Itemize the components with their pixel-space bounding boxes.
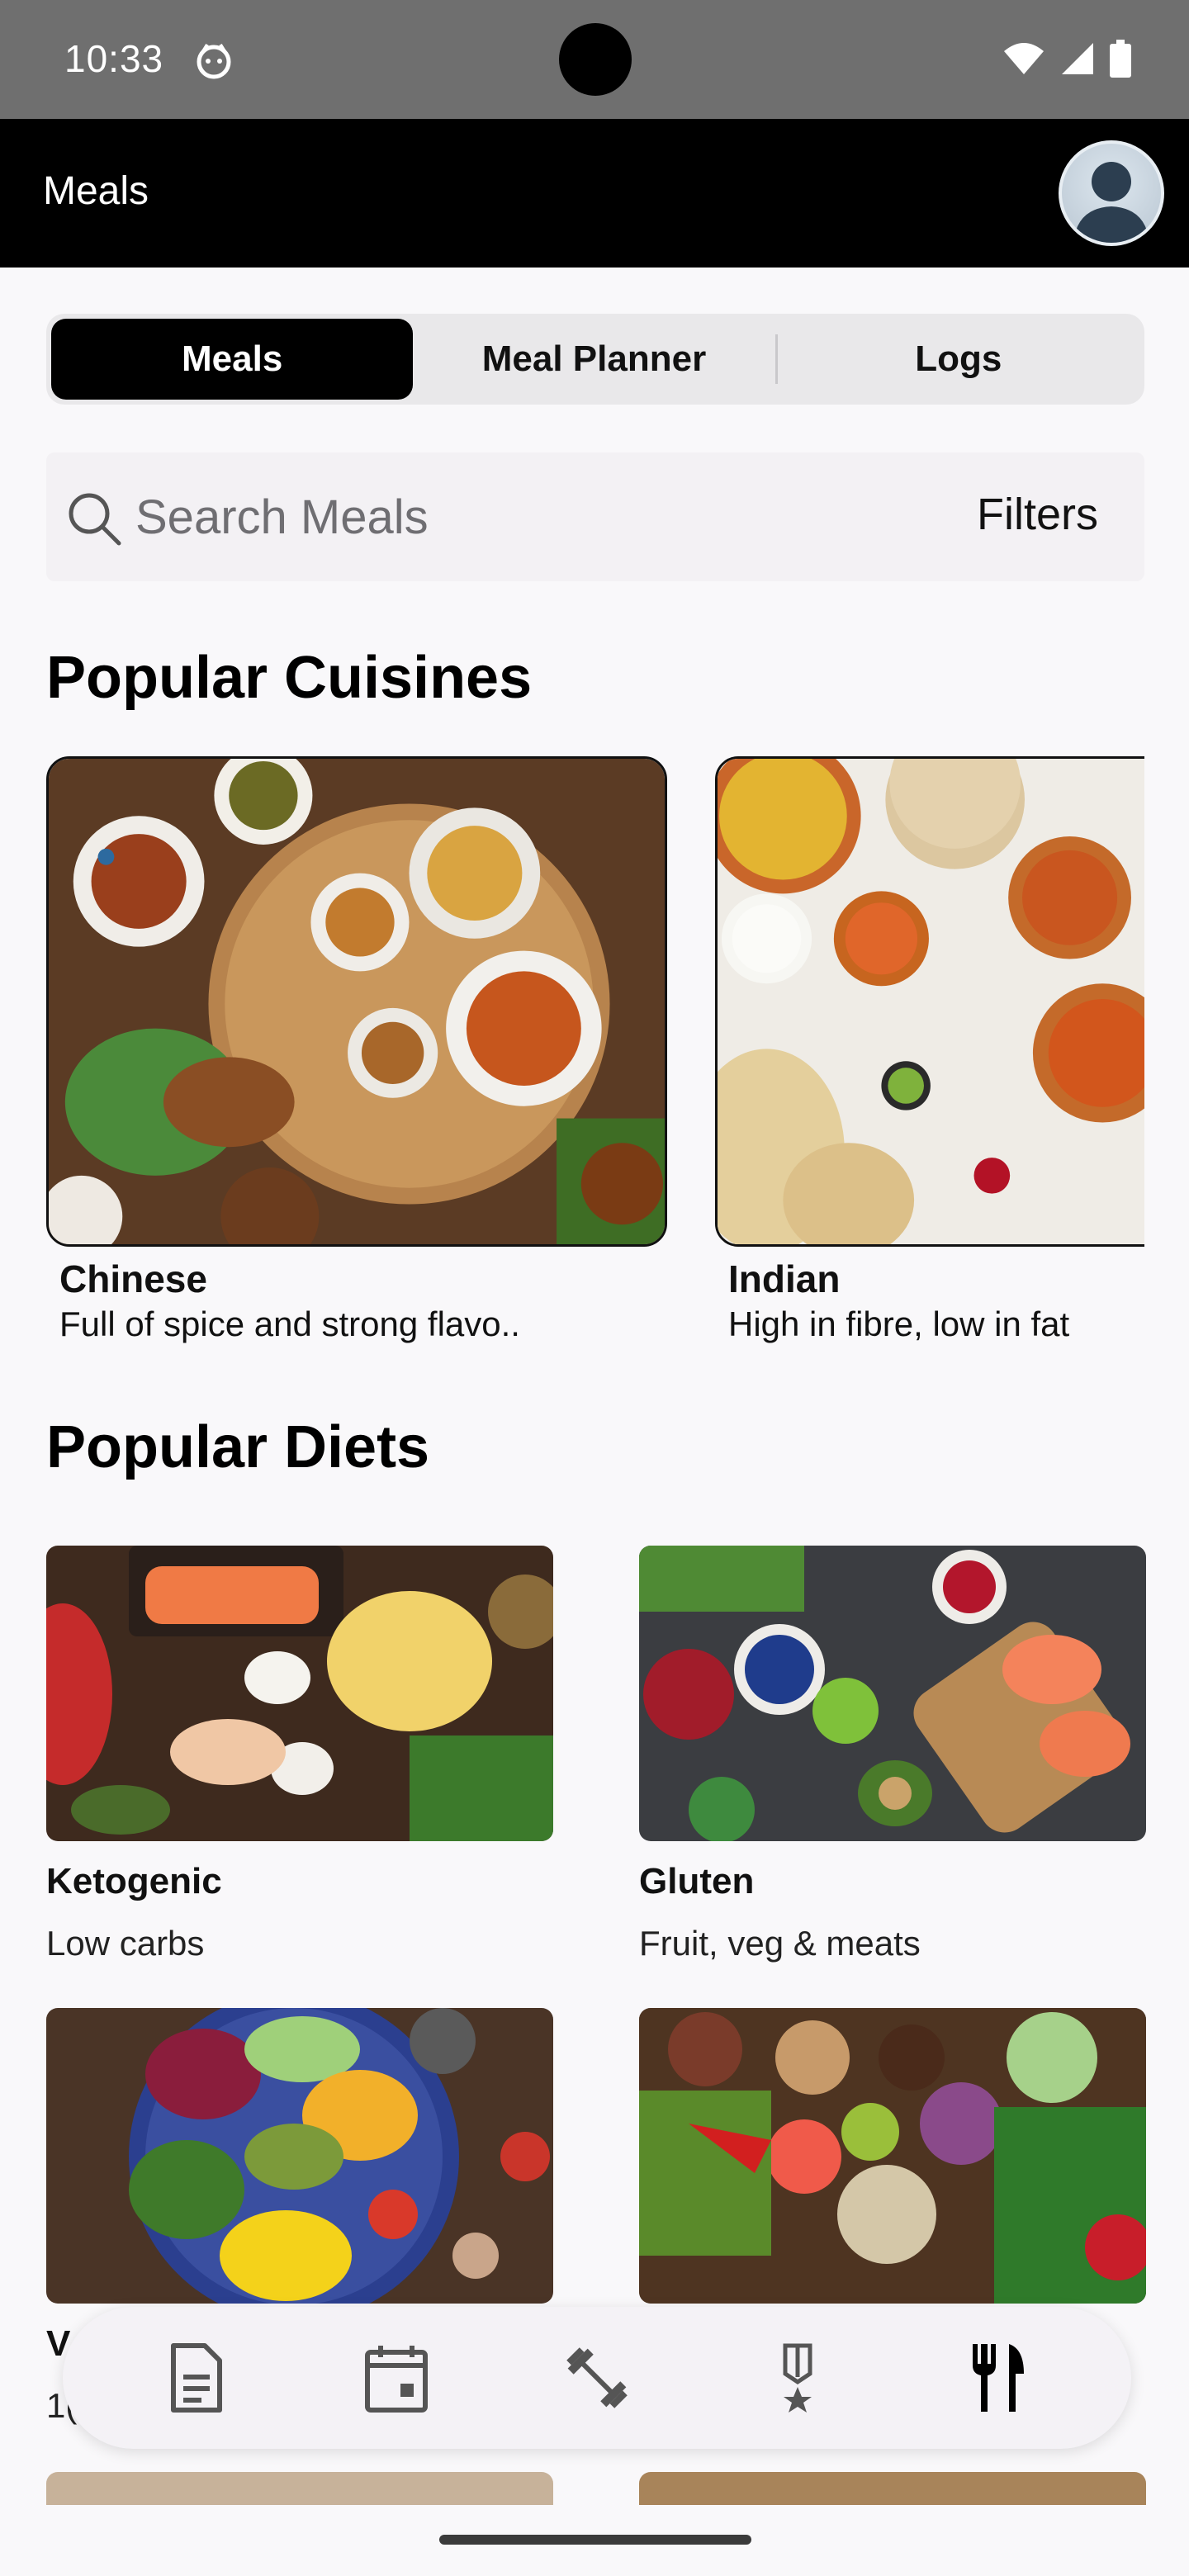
document-icon <box>171 2343 223 2413</box>
diet-image <box>639 1546 1146 1841</box>
diet-card-peek <box>46 2472 553 2505</box>
nav-achievements-button[interactable] <box>748 2328 847 2427</box>
nav-document-button[interactable] <box>146 2328 245 2427</box>
status-time: 10:33 <box>64 37 164 80</box>
tab-meals[interactable]: Meals <box>51 319 414 400</box>
home-indicator[interactable] <box>439 2535 751 2545</box>
popular-diets-title: Popular Diets <box>46 1414 430 1480</box>
app-title: Meals <box>43 169 149 213</box>
segmented-tabs: Meals Meal Planner Logs <box>46 314 1144 405</box>
status-bar: 10:33 <box>0 0 1189 119</box>
calendar-icon <box>365 2346 429 2413</box>
diet-card-gluten[interactable]: Gluten Fruit, veg & meats <box>639 1546 1146 1963</box>
cuisine-carousel[interactable]: Chinese Full of spice and strong flavo..… <box>46 756 1144 1359</box>
search-bar: Filters <box>46 452 1144 581</box>
search-icon <box>69 493 121 546</box>
cuisine-name: Indian <box>728 1257 841 1300</box>
diet-image <box>46 1546 553 1841</box>
cuisine-card-indian[interactable]: Indian High in fibre, low in fat <box>715 756 1144 1344</box>
filters-button[interactable]: Filters <box>977 489 1098 540</box>
diet-description: Low carbs <box>46 1924 205 1963</box>
diet-card-peek <box>639 2472 1146 2505</box>
medal-icon <box>783 2343 812 2413</box>
cuisine-card-chinese[interactable]: Chinese Full of spice and strong flavo.. <box>46 756 667 1344</box>
diet-image <box>639 2008 1146 2304</box>
user-avatar-icon[interactable] <box>1059 140 1164 246</box>
cuisine-description: Full of spice and strong flavo.. <box>59 1305 520 1343</box>
diet-name: Gluten <box>639 1861 755 1901</box>
cuisine-image <box>46 756 667 1247</box>
fork-knife-icon <box>972 2344 1024 2412</box>
camera-cutout <box>559 23 632 96</box>
signal-icon <box>1062 43 1093 74</box>
diet-description: Fruit, veg & meats <box>639 1924 921 1963</box>
battery-icon <box>1110 40 1131 78</box>
cuisine-name: Chinese <box>59 1257 207 1300</box>
nav-workout-button[interactable] <box>547 2328 647 2427</box>
tab-meal-planner[interactable]: Meal Planner <box>413 319 775 400</box>
nav-calendar-button[interactable] <box>347 2328 446 2427</box>
popular-cuisines-title: Popular Cuisines <box>46 645 533 711</box>
bottom-navigation <box>63 2307 1131 2449</box>
wifi-icon <box>1004 43 1044 74</box>
app-bar: Meals <box>0 119 1189 268</box>
face-emoji-icon <box>197 43 231 79</box>
tab-logs[interactable]: Logs <box>778 319 1139 400</box>
diet-card-ketogenic[interactable]: Ketogenic Low carbs <box>46 1546 553 1963</box>
search-input[interactable] <box>135 485 879 548</box>
nav-meals-button[interactable] <box>949 2328 1048 2427</box>
cuisine-image <box>715 756 1144 1247</box>
diet-card-fourth[interactable] <box>639 2008 1146 2325</box>
diet-image <box>46 2008 553 2304</box>
dumbbell-icon <box>566 2347 628 2408</box>
diet-name: Ketogenic <box>46 1861 222 1901</box>
cuisine-description: High in fibre, low in fat <box>728 1305 1070 1343</box>
